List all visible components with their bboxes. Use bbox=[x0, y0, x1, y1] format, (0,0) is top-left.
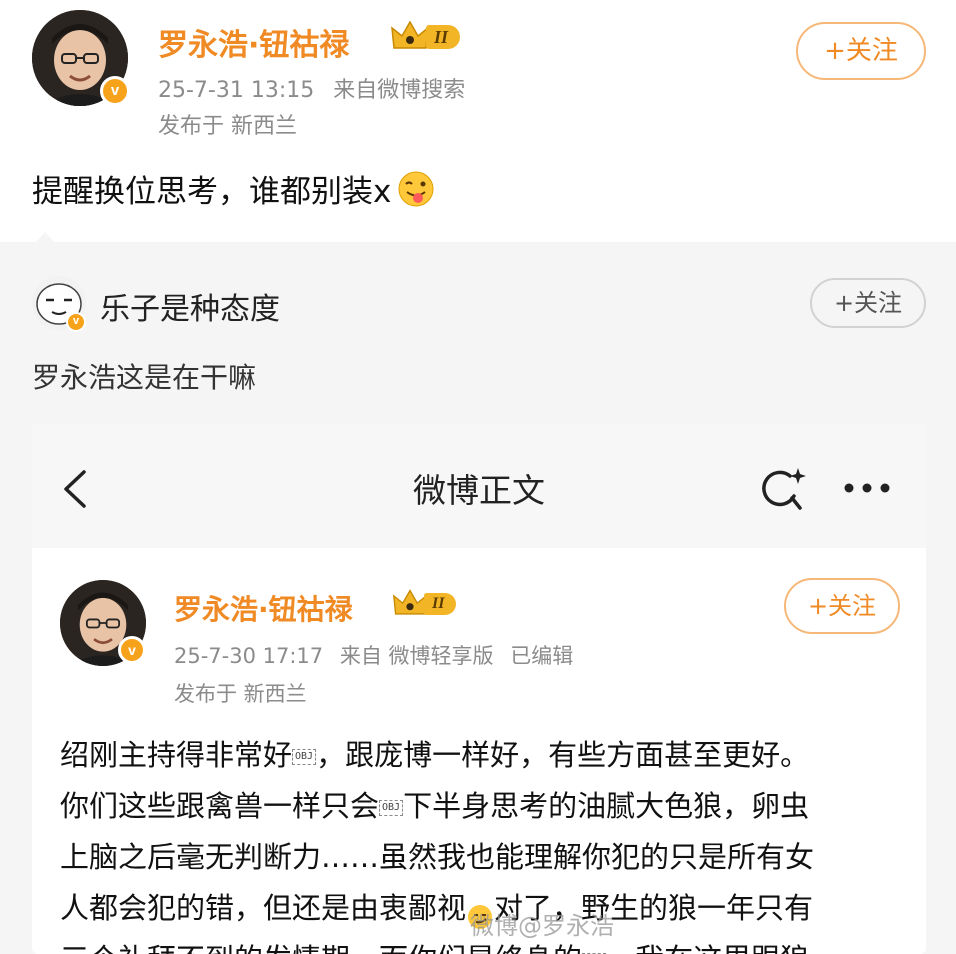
body-segment: 人都会犯的错，但还是由衷鄙视 bbox=[60, 891, 467, 925]
obj-placeholder-icon: OBJ bbox=[379, 800, 404, 816]
embedded-crown-icon bbox=[392, 589, 428, 615]
post-meta: 25-7-31 13:15 来自微博搜索 bbox=[158, 72, 465, 104]
commenter-follow-button[interactable]: +关注 bbox=[810, 278, 926, 328]
quote-notch-icon bbox=[34, 232, 56, 244]
verified-badge-icon: v bbox=[100, 76, 130, 106]
embedded-location: 发布于 新西兰 bbox=[174, 682, 307, 706]
author-name[interactable]: 罗永浩·钮祜禄 bbox=[158, 20, 349, 64]
tongue-wink-emoji-icon bbox=[397, 170, 435, 208]
embedded-rank-badge: II bbox=[392, 588, 457, 620]
embedded-author-name[interactable]: 罗永浩·钮祜禄 bbox=[174, 588, 353, 628]
body-segment: 你们这些跟禽兽一样只会 bbox=[60, 789, 380, 823]
body-line: 绍刚主持得非常好 OBJ ，跟庞博一样好，有些方面甚至更好。 bbox=[60, 730, 910, 781]
body-line: 你们这些跟禽兽一样只会 OBJ 下半身思考的油腻大色狼，卵虫 bbox=[60, 781, 910, 832]
body-segment: 三个礼拜不到的发情期，而你们是终身的 bbox=[60, 942, 582, 954]
embedded-follow-button[interactable]: +关注 bbox=[784, 578, 900, 634]
body-segment: ，跟庞博一样好，有些方面甚至更好。 bbox=[316, 738, 810, 772]
crown-icon bbox=[391, 20, 429, 49]
comment-text: 罗永浩这是在干嘛 bbox=[32, 361, 257, 394]
embedded-post-meta: 25-7-30 17:17 来自 微博轻享版 已编辑 bbox=[174, 640, 573, 670]
embedded-verified-badge-icon: v bbox=[118, 636, 146, 664]
commenter-name[interactable]: 乐子是种态度 bbox=[100, 284, 280, 328]
rank-label: II bbox=[426, 25, 461, 49]
weibo-watermark: 微博@罗永浩 bbox=[470, 912, 614, 940]
embedded-navbar: 微博正文 bbox=[32, 424, 926, 548]
post-source: 来自微博搜索 bbox=[333, 78, 466, 103]
embedded-screenshot: 微博正文 v 罗永浩·钮祜禄 II 25-7-30 17:17 来自 微博轻享版… bbox=[32, 424, 926, 954]
post-text-content: 提醒换位思考，谁都别装x bbox=[32, 174, 392, 210]
sparkle-search-icon[interactable] bbox=[760, 466, 810, 516]
body-line: 上脑之后毫无判断力……虽然我也能理解你犯的只是所有女 bbox=[60, 832, 910, 883]
post-text: 提醒换位思考，谁都别装x bbox=[32, 166, 435, 211]
post-location: 发布于 新西兰 bbox=[158, 114, 297, 139]
body-segment: 下半身思考的油腻大色狼，卵虫 bbox=[403, 789, 810, 823]
more-dots-icon[interactable] bbox=[842, 480, 892, 499]
post-timestamp: 25-7-31 13:15 bbox=[158, 78, 315, 103]
member-rank-badge: II bbox=[390, 20, 461, 54]
embedded-edited-label: 已编辑 bbox=[510, 644, 574, 668]
embedded-timestamp: 25-7-30 17:17 bbox=[174, 644, 324, 668]
embedded-source: 来自 微博轻享版 bbox=[339, 644, 494, 668]
follow-button[interactable]: +关注 bbox=[796, 22, 926, 80]
body-segment: 绍刚主持得非常好 bbox=[60, 738, 293, 772]
obj-placeholder-icon: OBJ bbox=[292, 749, 317, 765]
commenter-verified-icon: v bbox=[66, 312, 86, 332]
body-segment: 上脑之后毫无判断力……虽然我也能理解你犯的只是所有女 bbox=[60, 840, 815, 874]
body-segment: 。我在这里跟狼 bbox=[606, 942, 809, 954]
embedded-rank-label: II bbox=[424, 593, 457, 615]
main-post: v 罗永浩·钮祜禄 II 25-7-31 13:15 来自微博搜索 发布于 新西… bbox=[0, 0, 956, 242]
